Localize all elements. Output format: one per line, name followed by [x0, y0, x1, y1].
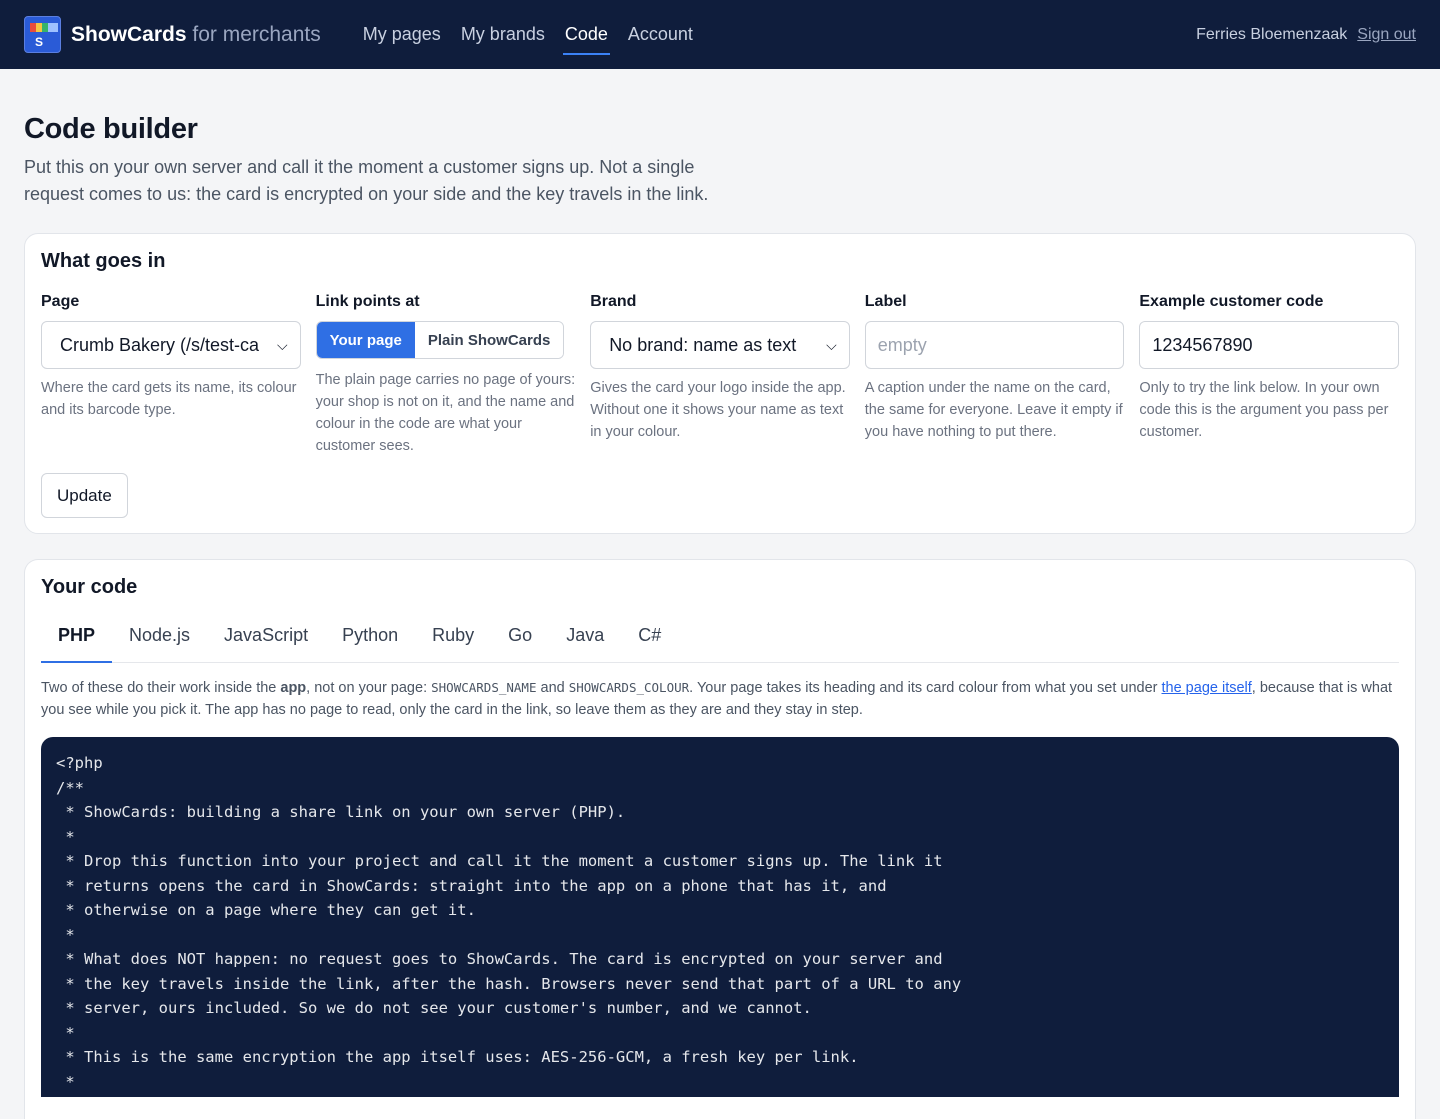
inputs-card: What goes in Page Crumb Bakery (/s/test-… — [24, 233, 1416, 534]
link-field: Link points at Your page Plain ShowCards… — [315, 293, 576, 457]
tab-java[interactable]: Java — [549, 619, 621, 662]
link-target-toggle: Your page Plain ShowCards — [315, 321, 565, 359]
customer-code-value: 1234567890 — [1152, 334, 1253, 355]
page-select[interactable]: Crumb Bakery (/s/test-ca ⌵ — [41, 321, 301, 369]
code-card: Your code PHP Node.js JavaScript Python … — [24, 559, 1416, 1119]
brand-select[interactable]: No brand: name as text ⌵ — [590, 321, 850, 369]
page-select-value: Crumb Bakery (/s/test-ca — [60, 334, 260, 355]
customer-code-input[interactable]: 1234567890 — [1139, 321, 1399, 369]
code-block[interactable]: <?php /** * ShowCards: building a share … — [41, 737, 1399, 1097]
tab-php[interactable]: PHP — [41, 619, 113, 663]
code-text: <?php /** * ShowCards: building a share … — [56, 754, 962, 1091]
top-bar: S ShowCards for merchants My pages My br… — [0, 0, 1440, 69]
update-button[interactable]: Update — [41, 473, 128, 518]
page-intro: Put this on your own server and call it … — [24, 157, 709, 204]
const-showcards-colour: SHOWCARDS_COLOUR — [568, 680, 690, 695]
nav-my-brands[interactable]: My brands — [461, 0, 545, 69]
option-plain-showcards[interactable]: Plain ShowCards — [414, 322, 564, 358]
code-card-title: Your code — [41, 576, 138, 598]
brand-field-label: Brand — [590, 293, 637, 310]
tab-python[interactable]: Python — [325, 619, 415, 662]
inputs-card-title: What goes in — [41, 250, 166, 272]
customer-code-help: Only to try the link below. In your own … — [1139, 380, 1389, 440]
link-field-label: Link points at — [315, 293, 420, 310]
tab-csharp[interactable]: C# — [621, 619, 678, 662]
brand-field: Brand No brand: name as text ⌵ Gives the… — [590, 293, 850, 457]
nav-my-pages[interactable]: My pages — [363, 0, 441, 69]
tab-ruby[interactable]: Ruby — [415, 619, 491, 662]
brand-name: ShowCards for merchants — [71, 22, 321, 46]
main-nav: My pages My brands Code Account — [353, 0, 703, 69]
chevron-down-icon: ⌵ — [276, 336, 288, 353]
tab-go[interactable]: Go — [491, 619, 549, 662]
page-title: Code builder — [24, 113, 198, 145]
nav-code[interactable]: Code — [562, 0, 610, 69]
brand[interactable]: S ShowCards for merchants — [24, 16, 321, 53]
label-input[interactable]: empty — [864, 321, 1125, 369]
language-tabs: PHP Node.js JavaScript Python Ruby Go Ja… — [41, 619, 1399, 663]
brand-select-value: No brand: name as text — [609, 334, 797, 355]
tab-javascript[interactable]: JavaScript — [207, 619, 325, 662]
customer-code-field: Example customer code 1234567890 Only to… — [1139, 293, 1399, 457]
label-field-label: Label — [864, 293, 907, 310]
sign-out-link[interactable]: Sign out — [1357, 26, 1416, 44]
chevron-down-icon: ⌵ — [826, 336, 837, 353]
option-your-page[interactable]: Your page — [316, 322, 415, 358]
page-itself-link[interactable]: the page itself — [1162, 680, 1252, 696]
main-content: Code builder Put this on your own server… — [0, 113, 1440, 1119]
brand-field-help: Gives the card your logo inside the app.… — [590, 380, 846, 440]
label-field: Label empty A caption under the name on … — [864, 293, 1125, 457]
label-input-placeholder: empty — [877, 334, 927, 355]
page-field-help: Where the card gets its name, its colour… — [41, 380, 297, 418]
code-note: Two of these do their work inside the ap… — [41, 680, 1393, 718]
user-area: Ferries Bloemenzaak Sign out — [1196, 26, 1416, 44]
showcards-logo-icon: S — [24, 16, 61, 53]
fields-row: Page Crumb Bakery (/s/test-ca ⌵ Where th… — [41, 293, 1399, 457]
const-showcards-name: SHOWCARDS_NAME — [431, 680, 537, 695]
tab-nodejs[interactable]: Node.js — [112, 619, 207, 662]
customer-code-label: Example customer code — [1139, 293, 1324, 310]
page-field: Page Crumb Bakery (/s/test-ca ⌵ Where th… — [41, 293, 301, 457]
page-field-label: Page — [41, 293, 80, 310]
nav-account[interactable]: Account — [628, 0, 693, 69]
user-name: Ferries Bloemenzaak — [1196, 25, 1348, 43]
label-field-help: A caption under the name on the card, th… — [864, 380, 1123, 440]
link-field-help: The plain page carries no page of yours:… — [315, 372, 576, 454]
